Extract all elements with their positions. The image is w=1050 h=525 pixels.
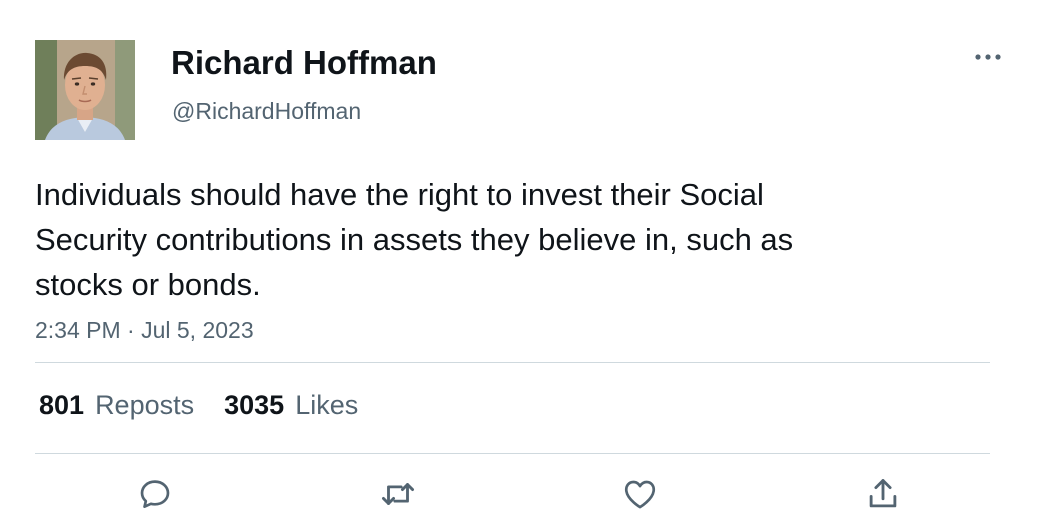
avatar[interactable]: [35, 40, 135, 140]
more-options-button[interactable]: [968, 44, 1008, 70]
divider: [35, 453, 990, 454]
reply-button[interactable]: [135, 474, 175, 514]
tweet-stats: 801 Reposts 3035 Likes: [39, 388, 358, 422]
share-button[interactable]: [863, 474, 903, 514]
like-button[interactable]: [620, 474, 660, 514]
author-handle[interactable]: @RichardHoffman: [172, 98, 361, 125]
ellipsis-icon: [975, 54, 1001, 60]
reposts-count: 801: [39, 389, 85, 420]
repost-button[interactable]: [378, 474, 418, 514]
tweet-timestamp[interactable]: 2:34 PM · Jul 5, 2023: [35, 317, 254, 344]
likes-label: Likes: [295, 389, 359, 420]
repost-arrows-icon: [382, 483, 414, 505]
divider: [35, 362, 990, 363]
speech-bubble-icon: [140, 480, 170, 509]
likes-count: 3035: [224, 389, 285, 420]
likes-stat[interactable]: 3035 Likes: [224, 390, 358, 421]
author-display-name[interactable]: Richard Hoffman: [171, 44, 437, 82]
tweet-text: Individuals should have the right to inv…: [35, 177, 794, 302]
avatar-photo: [35, 40, 135, 140]
reposts-stat[interactable]: 801 Reposts: [39, 390, 194, 421]
reposts-label: Reposts: [95, 389, 195, 420]
share-upload-icon: [869, 479, 897, 508]
heart-icon: [624, 480, 656, 509]
